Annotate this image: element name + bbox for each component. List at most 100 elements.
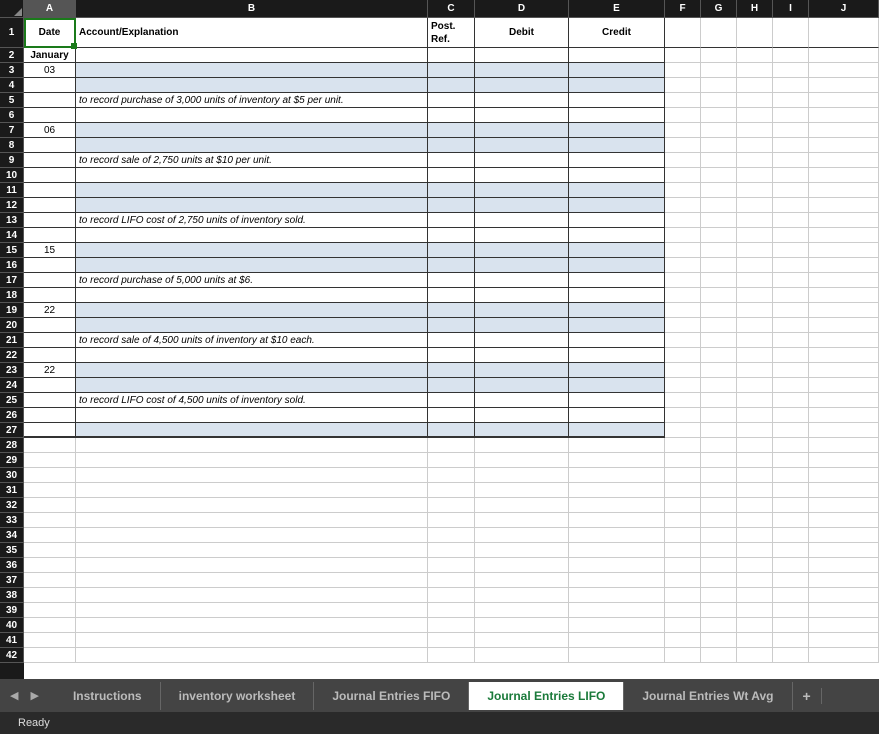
cell-B17[interactable]: to record purchase of 5,000 units at $6.	[76, 273, 428, 288]
cell-D7[interactable]	[475, 123, 569, 138]
cell-D30[interactable]	[475, 468, 569, 483]
cell-I20[interactable]	[773, 318, 809, 333]
cell-D34[interactable]	[475, 528, 569, 543]
cell-I26[interactable]	[773, 408, 809, 423]
row-header-33[interactable]: 33	[0, 513, 24, 528]
cell-I1[interactable]	[773, 18, 809, 48]
cell-A31[interactable]	[24, 483, 76, 498]
cell-F36[interactable]	[665, 558, 701, 573]
cell-J15[interactable]	[809, 243, 879, 258]
cell-I4[interactable]	[773, 78, 809, 93]
cell-D2[interactable]	[475, 48, 569, 63]
cell-B20[interactable]	[76, 318, 428, 333]
cell-J6[interactable]	[809, 108, 879, 123]
cell-G4[interactable]	[701, 78, 737, 93]
cell-H13[interactable]	[737, 213, 773, 228]
cell-E22[interactable]	[569, 348, 665, 363]
cell-D32[interactable]	[475, 498, 569, 513]
cell-I6[interactable]	[773, 108, 809, 123]
cell-I5[interactable]	[773, 93, 809, 108]
select-all-corner[interactable]	[0, 0, 24, 18]
cell-A28[interactable]	[24, 438, 76, 453]
cell-G5[interactable]	[701, 93, 737, 108]
cell-H30[interactable]	[737, 468, 773, 483]
cell-F10[interactable]	[665, 168, 701, 183]
cell-I33[interactable]	[773, 513, 809, 528]
cell-C24[interactable]	[428, 378, 475, 393]
cell-I12[interactable]	[773, 198, 809, 213]
cell-E33[interactable]	[569, 513, 665, 528]
cell-D28[interactable]	[475, 438, 569, 453]
cell-J11[interactable]	[809, 183, 879, 198]
cell-C35[interactable]	[428, 543, 475, 558]
cell-C3[interactable]	[428, 63, 475, 78]
cell-C26[interactable]	[428, 408, 475, 423]
cell-J17[interactable]	[809, 273, 879, 288]
cell-D13[interactable]	[475, 213, 569, 228]
cell-G11[interactable]	[701, 183, 737, 198]
cell-A19[interactable]: 22	[24, 303, 76, 318]
cell-C11[interactable]	[428, 183, 475, 198]
row-header-18[interactable]: 18	[0, 288, 24, 303]
cell-G12[interactable]	[701, 198, 737, 213]
cell-E25[interactable]	[569, 393, 665, 408]
cell-H29[interactable]	[737, 453, 773, 468]
cell-G34[interactable]	[701, 528, 737, 543]
cell-A41[interactable]	[24, 633, 76, 648]
cell-A11[interactable]	[24, 183, 76, 198]
cell-H14[interactable]	[737, 228, 773, 243]
cell-C37[interactable]	[428, 573, 475, 588]
cell-E6[interactable]	[569, 108, 665, 123]
cell-H23[interactable]	[737, 363, 773, 378]
cell-I40[interactable]	[773, 618, 809, 633]
cell-D25[interactable]	[475, 393, 569, 408]
cell-E16[interactable]	[569, 258, 665, 273]
add-sheet-button[interactable]: +	[793, 688, 822, 704]
cell-J5[interactable]	[809, 93, 879, 108]
cell-H35[interactable]	[737, 543, 773, 558]
cell-A37[interactable]	[24, 573, 76, 588]
cell-H24[interactable]	[737, 378, 773, 393]
cell-D17[interactable]	[475, 273, 569, 288]
cell-E29[interactable]	[569, 453, 665, 468]
cell-B26[interactable]	[76, 408, 428, 423]
cell-E11[interactable]	[569, 183, 665, 198]
cell-D35[interactable]	[475, 543, 569, 558]
cell-G35[interactable]	[701, 543, 737, 558]
row-header-1[interactable]: 1	[0, 18, 24, 48]
cell-D41[interactable]	[475, 633, 569, 648]
row-header-19[interactable]: 19	[0, 303, 24, 318]
cell-B27[interactable]	[76, 423, 428, 438]
cell-I9[interactable]	[773, 153, 809, 168]
cell-J10[interactable]	[809, 168, 879, 183]
cell-J19[interactable]	[809, 303, 879, 318]
cell-D36[interactable]	[475, 558, 569, 573]
cell-F14[interactable]	[665, 228, 701, 243]
cell-H5[interactable]	[737, 93, 773, 108]
cell-B33[interactable]	[76, 513, 428, 528]
cell-H20[interactable]	[737, 318, 773, 333]
cell-B13[interactable]: to record LIFO cost of 2,750 units of in…	[76, 213, 428, 228]
cell-E36[interactable]	[569, 558, 665, 573]
cell-F39[interactable]	[665, 603, 701, 618]
cell-B14[interactable]	[76, 228, 428, 243]
cell-E38[interactable]	[569, 588, 665, 603]
sheet-tab-journal-entries-lifo[interactable]: Journal Entries LIFO	[469, 682, 624, 710]
row-header-7[interactable]: 7	[0, 123, 24, 138]
cell-J7[interactable]	[809, 123, 879, 138]
cell-J27[interactable]	[809, 423, 879, 438]
cell-E40[interactable]	[569, 618, 665, 633]
cell-E10[interactable]	[569, 168, 665, 183]
row-header-27[interactable]: 27	[0, 423, 24, 438]
cell-A14[interactable]	[24, 228, 76, 243]
cell-G19[interactable]	[701, 303, 737, 318]
row-header-15[interactable]: 15	[0, 243, 24, 258]
cell-B41[interactable]	[76, 633, 428, 648]
cell-B4[interactable]	[76, 78, 428, 93]
cell-E42[interactable]	[569, 648, 665, 663]
cell-E19[interactable]	[569, 303, 665, 318]
cell-J25[interactable]	[809, 393, 879, 408]
cell-G25[interactable]	[701, 393, 737, 408]
cell-I31[interactable]	[773, 483, 809, 498]
column-header-b[interactable]: B	[76, 0, 428, 18]
